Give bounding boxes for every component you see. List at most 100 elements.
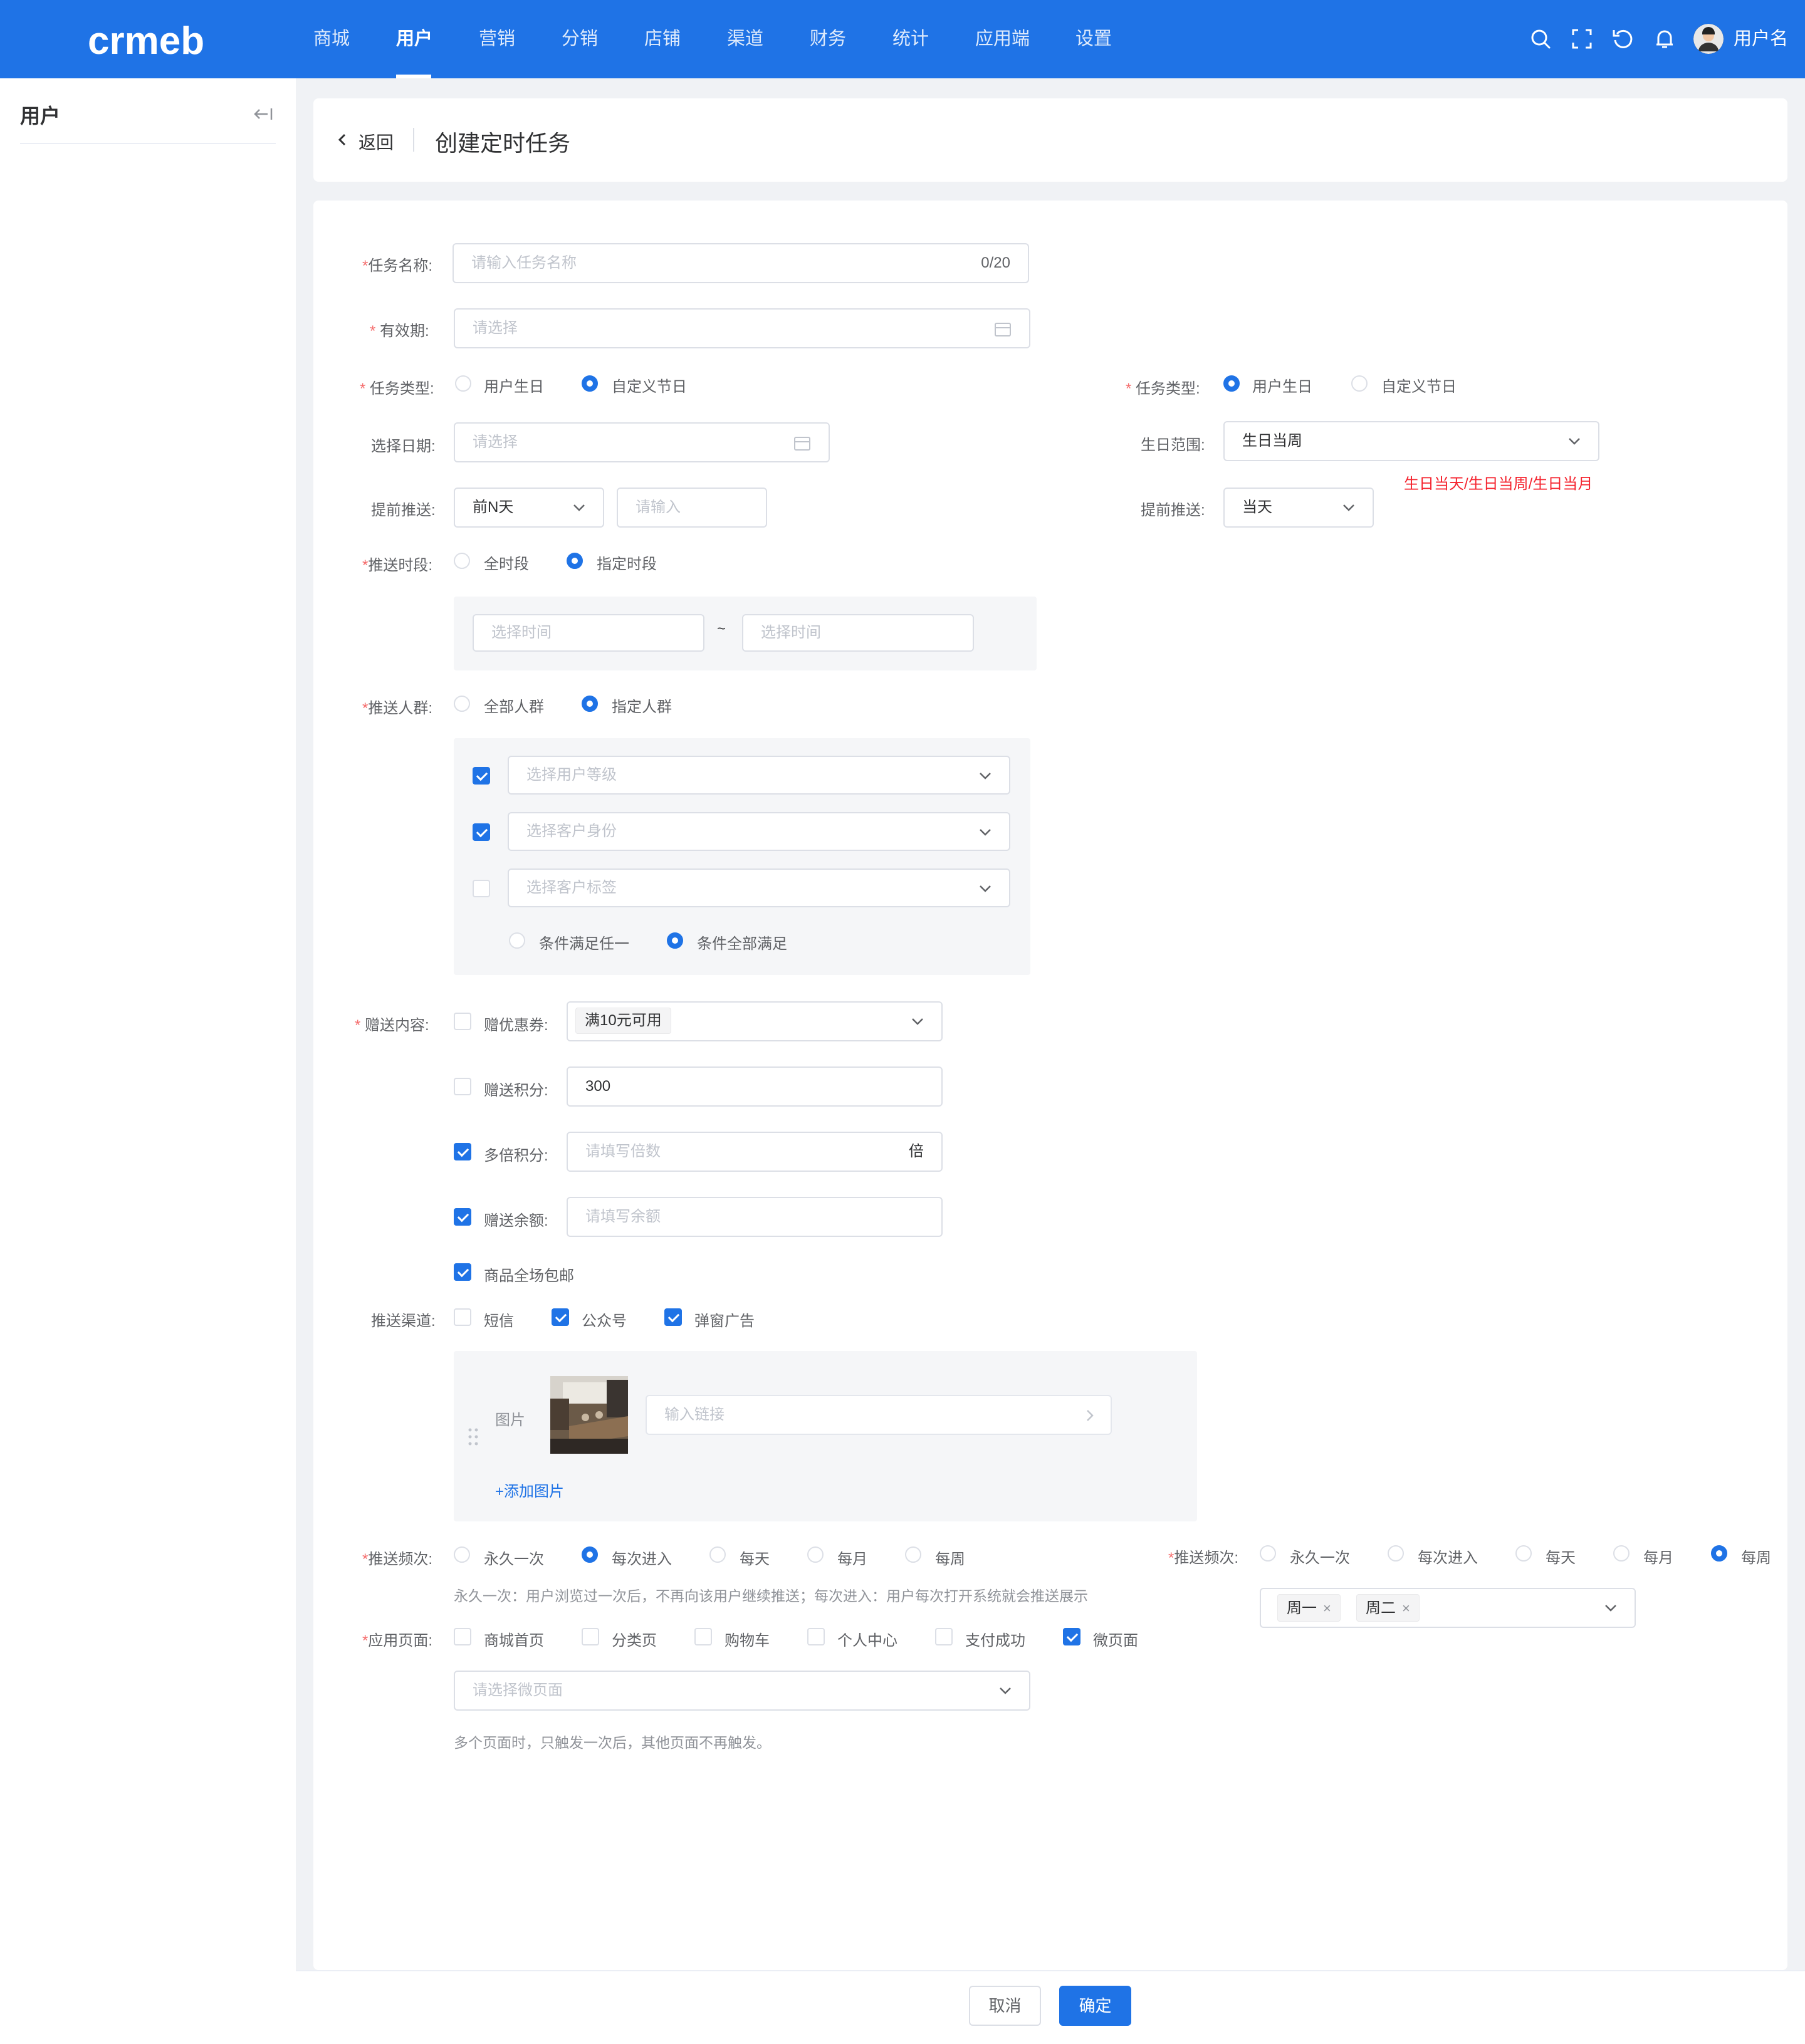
- radio-freq-daily[interactable]: [709, 1546, 726, 1563]
- radio-match-any[interactable]: [509, 932, 525, 949]
- nav-item-finance[interactable]: 财务: [810, 0, 846, 78]
- nav-item-distribution[interactable]: 分销: [562, 0, 598, 78]
- right-advance-push-select[interactable]: 当天: [1223, 488, 1374, 528]
- confirm-button[interactable]: 确定: [1059, 1986, 1131, 2026]
- multi-points-label: 多倍积分:: [484, 1147, 548, 1164]
- radio-freq-weekly[interactable]: [905, 1546, 921, 1563]
- username[interactable]: 用户名: [1734, 0, 1788, 78]
- close-icon[interactable]: ×: [1402, 1600, 1410, 1616]
- right-radio-freq-weekly[interactable]: [1711, 1545, 1727, 1562]
- radio-custom-holiday[interactable]: [582, 375, 598, 392]
- customer-tag-select[interactable]: 选择客户标签: [508, 868, 1010, 907]
- right-radio-freq-once[interactable]: [1260, 1545, 1276, 1562]
- right-radio-freq-daily[interactable]: [1515, 1545, 1532, 1562]
- balance-checkbox[interactable]: [454, 1208, 471, 1226]
- micro-page-select[interactable]: 请选择微页面: [454, 1671, 1030, 1711]
- page-profile-checkbox[interactable]: [807, 1628, 825, 1645]
- drag-handle-icon[interactable]: [468, 1427, 479, 1446]
- points-input[interactable]: 300: [567, 1066, 943, 1107]
- radio-match-all[interactable]: [667, 932, 683, 949]
- page-cart-checkbox[interactable]: [694, 1628, 712, 1645]
- right-advance-push-value: 当天: [1242, 499, 1272, 516]
- push-period-label: *推送时段:: [362, 557, 433, 574]
- fullscreen-icon[interactable]: [1571, 28, 1593, 50]
- ad-image-thumbnail[interactable]: [550, 1376, 628, 1454]
- balance-input[interactable]: 请填写余额: [567, 1197, 943, 1237]
- push-crowd-label: *推送人群:: [362, 700, 433, 717]
- radio-all-time[interactable]: [454, 553, 470, 569]
- sidebar-divider: [20, 143, 276, 144]
- select-date-picker[interactable]: 请选择: [454, 422, 830, 462]
- right-radio-custom-holiday[interactable]: [1351, 375, 1368, 392]
- advance-push-select[interactable]: 前N天: [454, 488, 604, 528]
- bell-icon[interactable]: [1653, 28, 1676, 50]
- avatar[interactable]: [1693, 24, 1724, 54]
- page-category-checkbox[interactable]: [582, 1628, 599, 1645]
- radio-freq-each-visit[interactable]: [582, 1546, 598, 1563]
- channel-official-account-checkbox[interactable]: [552, 1308, 569, 1326]
- radio-user-birthday[interactable]: [455, 375, 471, 392]
- start-time-input[interactable]: 选择时间: [473, 614, 704, 652]
- chevron-down-icon: [1000, 1687, 1011, 1694]
- collapse-sidebar-icon[interactable]: [253, 105, 273, 123]
- right-radio-freq-each-visit[interactable]: [1388, 1545, 1404, 1562]
- user-level-checkbox[interactable]: [473, 767, 490, 785]
- channel-sms-checkbox[interactable]: [454, 1308, 471, 1326]
- logo[interactable]: crmeb: [88, 15, 213, 63]
- radio-specified-crowd-label: 指定人群: [612, 699, 672, 716]
- coupon-checkbox[interactable]: [454, 1013, 471, 1030]
- close-icon[interactable]: ×: [1323, 1600, 1331, 1616]
- advance-push-value: 前N天: [473, 499, 514, 516]
- channel-popup-ad-checkbox[interactable]: [664, 1308, 682, 1326]
- back-arrow-icon[interactable]: [337, 133, 347, 147]
- radio-custom-holiday-label: 自定义节日: [612, 378, 687, 395]
- weekday-tag-monday[interactable]: 周一 ×: [1277, 1594, 1341, 1622]
- points-checkbox[interactable]: [454, 1078, 471, 1095]
- page-home-checkbox[interactable]: [454, 1628, 471, 1645]
- coupon-select[interactable]: 满10元可用: [567, 1001, 943, 1041]
- nav-item-user[interactable]: 用户: [396, 0, 432, 78]
- page-micro-page-checkbox[interactable]: [1063, 1628, 1080, 1645]
- chevron-down-icon: [573, 504, 585, 511]
- coupon-tag: 满10元可用: [575, 1008, 671, 1034]
- nav-item-settings[interactable]: 设置: [1075, 0, 1112, 78]
- refresh-icon[interactable]: [1612, 28, 1635, 50]
- add-image-link[interactable]: +添加图片: [495, 1479, 564, 1501]
- birthday-range-select[interactable]: 生日当周: [1223, 421, 1599, 461]
- cancel-button[interactable]: 取消: [969, 1986, 1041, 2026]
- right-radio-freq-monthly[interactable]: [1613, 1545, 1630, 1562]
- chevron-down-icon: [980, 885, 991, 892]
- nav-item-store[interactable]: 店铺: [644, 0, 681, 78]
- page-payment-success-checkbox[interactable]: [935, 1628, 953, 1645]
- user-level-select[interactable]: 选择用户等级: [508, 756, 1010, 795]
- radio-freq-once[interactable]: [454, 1546, 470, 1563]
- multi-points-checkbox[interactable]: [454, 1143, 471, 1160]
- right-radio-freq-each-visit-label: 每次进入: [1418, 1550, 1478, 1567]
- task-type-label: * 任务类型:: [360, 380, 434, 397]
- nav-item-app[interactable]: 应用端: [975, 0, 1030, 78]
- radio-all-crowd[interactable]: [454, 696, 470, 712]
- nav-item-marketing[interactable]: 营销: [479, 0, 515, 78]
- radio-specified-time[interactable]: [567, 553, 583, 569]
- nav-item-statistics[interactable]: 统计: [892, 0, 929, 78]
- weekday-tag-tuesday[interactable]: 周二 ×: [1356, 1594, 1420, 1622]
- nav-item-channel[interactable]: 渠道: [727, 0, 763, 78]
- end-time-input[interactable]: 选择时间: [742, 614, 974, 652]
- radio-freq-monthly[interactable]: [807, 1546, 824, 1563]
- validity-date-picker[interactable]: 请选择: [454, 308, 1030, 348]
- nav-item-mall[interactable]: 商城: [313, 0, 350, 78]
- right-task-type-label: * 任务类型:: [1126, 380, 1200, 397]
- multi-points-input[interactable]: 请填写倍数 倍: [567, 1132, 943, 1172]
- advance-push-days-input[interactable]: 请输入: [617, 488, 767, 528]
- weekday-multi-select[interactable]: 周一 × 周二 ×: [1260, 1588, 1636, 1628]
- right-radio-user-birthday[interactable]: [1223, 375, 1240, 392]
- search-icon[interactable]: [1529, 28, 1552, 50]
- customer-tag-checkbox[interactable]: [473, 880, 490, 897]
- back-button[interactable]: 返回: [358, 129, 394, 154]
- radio-specified-crowd[interactable]: [582, 696, 598, 712]
- ad-link-input[interactable]: 输入链接: [646, 1395, 1112, 1435]
- customer-identity-select[interactable]: 选择客户身份: [508, 812, 1010, 851]
- free-shipping-checkbox[interactable]: [454, 1263, 471, 1281]
- customer-identity-checkbox[interactable]: [473, 823, 490, 841]
- task-name-input[interactable]: 请输入任务名称 0/20: [453, 243, 1029, 283]
